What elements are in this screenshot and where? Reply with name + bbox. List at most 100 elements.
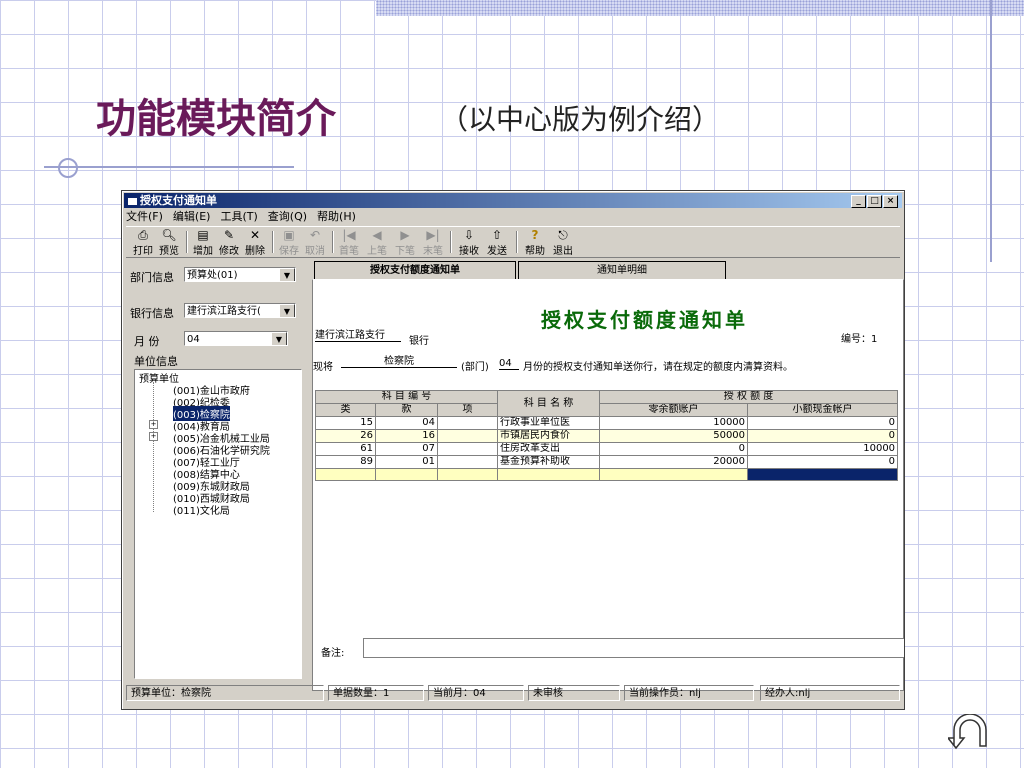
quota-table: 科 目 编 号 科 目 名 称 授 权 额 度 类 款 项 零余额账户 小额现金…	[314, 390, 899, 481]
slide-decor-vline	[990, 0, 992, 262]
dept-name: 检察院	[341, 352, 457, 368]
slide-subtitle: （以中心版为例介绍）	[440, 103, 721, 136]
edit-button[interactable]: ✎ 修改	[216, 228, 242, 258]
maximize-button[interactable]: □	[867, 195, 882, 208]
table-row[interactable]: 89 01 基金预算补助收 20000 0	[315, 455, 899, 469]
menu-file[interactable]: 文件(F)	[126, 209, 163, 225]
save-button[interactable]: ▣ 保存	[276, 229, 302, 258]
col-subject-name: 科 目 名 称	[497, 390, 601, 417]
magnifier-icon: 🔍︎	[161, 228, 177, 242]
last-record-button[interactable]: ▶| 末笔	[420, 228, 446, 258]
window-app-icon	[128, 197, 137, 205]
bank-suffix: 银行	[409, 336, 429, 347]
col-small-cash: 小额现金帐户	[747, 403, 899, 417]
line-prefix: 现将	[313, 362, 333, 373]
status-unit: 预算单位：检察院	[126, 685, 324, 701]
memo-input[interactable]	[363, 638, 904, 658]
tab-notice[interactable]: 授权支付额度通知单	[314, 261, 516, 279]
print-button[interactable]: ⎙ 打印	[130, 228, 156, 258]
col-sub: 项	[436, 403, 499, 417]
receive-button[interactable]: ⇩ 接收	[456, 228, 482, 258]
status-handler: 经办人:nlj	[760, 685, 900, 701]
menu-edit[interactable]: 编辑(E)	[173, 209, 211, 225]
last-icon: ▶|	[426, 228, 440, 242]
notice-month: 04	[499, 358, 519, 370]
dept-label: 部门信息	[130, 271, 174, 284]
app-window: 授权支付通知单 _ □ × 文件(F) 编辑(E) 工具(T) 查询(Q) 帮助…	[121, 190, 905, 710]
expand-icon[interactable]: +	[149, 432, 158, 441]
minimize-button[interactable]: _	[851, 195, 866, 208]
preview-button[interactable]: 🔍︎ 预览	[156, 228, 182, 258]
edit-doc-icon: ✎	[223, 228, 235, 242]
tab-strip: 授权支付额度通知单 通知单明细	[312, 261, 902, 279]
exit-door-icon: ⎋	[558, 228, 568, 242]
tree-item[interactable]: (011)文化局	[173, 502, 230, 517]
window-title: 授权支付通知单	[140, 194, 217, 207]
unit-label: 单位信息	[134, 355, 178, 368]
status-month: 当前月：04	[428, 685, 524, 701]
slide-decor-circle	[58, 158, 78, 178]
dept-suffix: (部门)	[461, 362, 489, 373]
col-item: 款	[375, 403, 438, 417]
next-icon: ▶	[400, 228, 410, 242]
chevron-down-icon[interactable]: ▼	[279, 268, 295, 281]
status-operator: 当前操作员：nlj	[624, 685, 754, 701]
month-select[interactable]: 04 ▼	[184, 331, 288, 346]
add-button[interactable]: ▤ 增加	[190, 228, 216, 258]
table-row-new[interactable]	[315, 468, 899, 481]
next-record-button[interactable]: ▶ 下笔	[392, 228, 418, 258]
menu-tools[interactable]: 工具(T)	[220, 209, 257, 225]
return-icon[interactable]	[948, 714, 992, 750]
send-icon: ⇧	[491, 228, 503, 242]
col-quota: 授 权 额 度	[599, 390, 899, 404]
unit-tree[interactable]: 预算单位 (001)金山市政府 (002)纪检委 (003)检察院 + (004…	[134, 369, 302, 679]
col-subject-code: 科 目 编 号	[314, 390, 499, 404]
bank-name: 建行滨江路支行	[315, 326, 401, 342]
col-class: 类	[315, 403, 376, 417]
undo-icon: ↶	[309, 228, 321, 242]
receive-icon: ⇩	[463, 228, 475, 242]
table-row[interactable]: 26 16 市镇居民内食价 50000 0	[315, 429, 899, 443]
prev-icon: ◀	[372, 228, 382, 242]
chevron-down-icon[interactable]: ▼	[271, 332, 287, 345]
status-count: 单据数量：1	[328, 685, 424, 701]
filter-panel: 部门信息 预算处(01) ▼ 银行信息 建行滨江路支行(▼ 月 份 04 ▼ 单位信…	[126, 261, 302, 679]
statusbar: 预算单位：检察院 单据数量：1 当前月：04 未审核 当前操作员：nlj 经办人…	[126, 685, 900, 703]
exit-button[interactable]: ⎋ 退出	[550, 228, 576, 258]
memo-label: 备注:	[321, 648, 345, 659]
expand-icon[interactable]: +	[149, 420, 158, 429]
table-row[interactable]: 61 07 住房改革支出 0 10000	[315, 442, 899, 456]
first-icon: |◀	[342, 228, 356, 242]
delete-button[interactable]: ✕ 删除	[242, 228, 268, 258]
tab-detail[interactable]: 通知单明细	[518, 261, 726, 279]
new-doc-icon: ▤	[197, 228, 209, 242]
delete-icon: ✕	[249, 228, 261, 242]
chevron-down-icon[interactable]: ▼	[279, 304, 295, 317]
table-row[interactable]: 15 04 行政事业单位医 10000 0	[315, 416, 899, 430]
form-title: 授权支付额度通知单	[541, 308, 748, 332]
slide-title: 功能模块简介	[96, 95, 336, 142]
help-icon: ?	[531, 228, 539, 242]
menubar: 文件(F) 编辑(E) 工具(T) 查询(Q) 帮助(H)	[126, 209, 356, 225]
slide-top-band	[376, 0, 1024, 16]
col-zero-balance: 零余额账户	[599, 403, 749, 417]
bank-label: 银行信息	[130, 307, 174, 320]
first-record-button[interactable]: |◀ 首笔	[336, 228, 362, 258]
month-label: 月 份	[134, 335, 160, 348]
menu-query[interactable]: 查询(Q)	[268, 209, 307, 225]
window-titlebar: 授权支付通知单 _ □ ×	[124, 193, 902, 208]
menu-help[interactable]: 帮助(H)	[317, 209, 356, 225]
toolbar: ⎙ 打印 🔍︎ 预览 ▤ 增加 ✎ 修改 ✕ 删除 ▣ 保存 ↶ 取消 |◀ 首笔 ◀ 上笔 ▶ 下…	[126, 226, 900, 258]
prev-record-button[interactable]: ◀ 上笔	[364, 228, 390, 258]
cancel-button[interactable]: ↶ 取消	[302, 228, 328, 258]
notice-text: 月份的授权支付通知单送你行，请在规定的额度内清算资料。	[523, 362, 793, 373]
slide-decor-hline	[44, 166, 294, 168]
help-button[interactable]: ? 帮助	[522, 228, 548, 258]
dept-select[interactable]: 预算处(01) ▼	[184, 267, 296, 282]
send-button[interactable]: ⇧ 发送	[484, 228, 510, 258]
notice-form: 授权支付额度通知单 建行滨江路支行 银行 编号：1 现将 检察院 (部门) 04…	[312, 279, 904, 691]
close-button[interactable]: ×	[883, 195, 898, 208]
bank-select[interactable]: 建行滨江路支行(▼	[184, 303, 296, 318]
printer-icon: ⎙	[138, 228, 148, 242]
status-audit: 未审核	[528, 685, 620, 701]
